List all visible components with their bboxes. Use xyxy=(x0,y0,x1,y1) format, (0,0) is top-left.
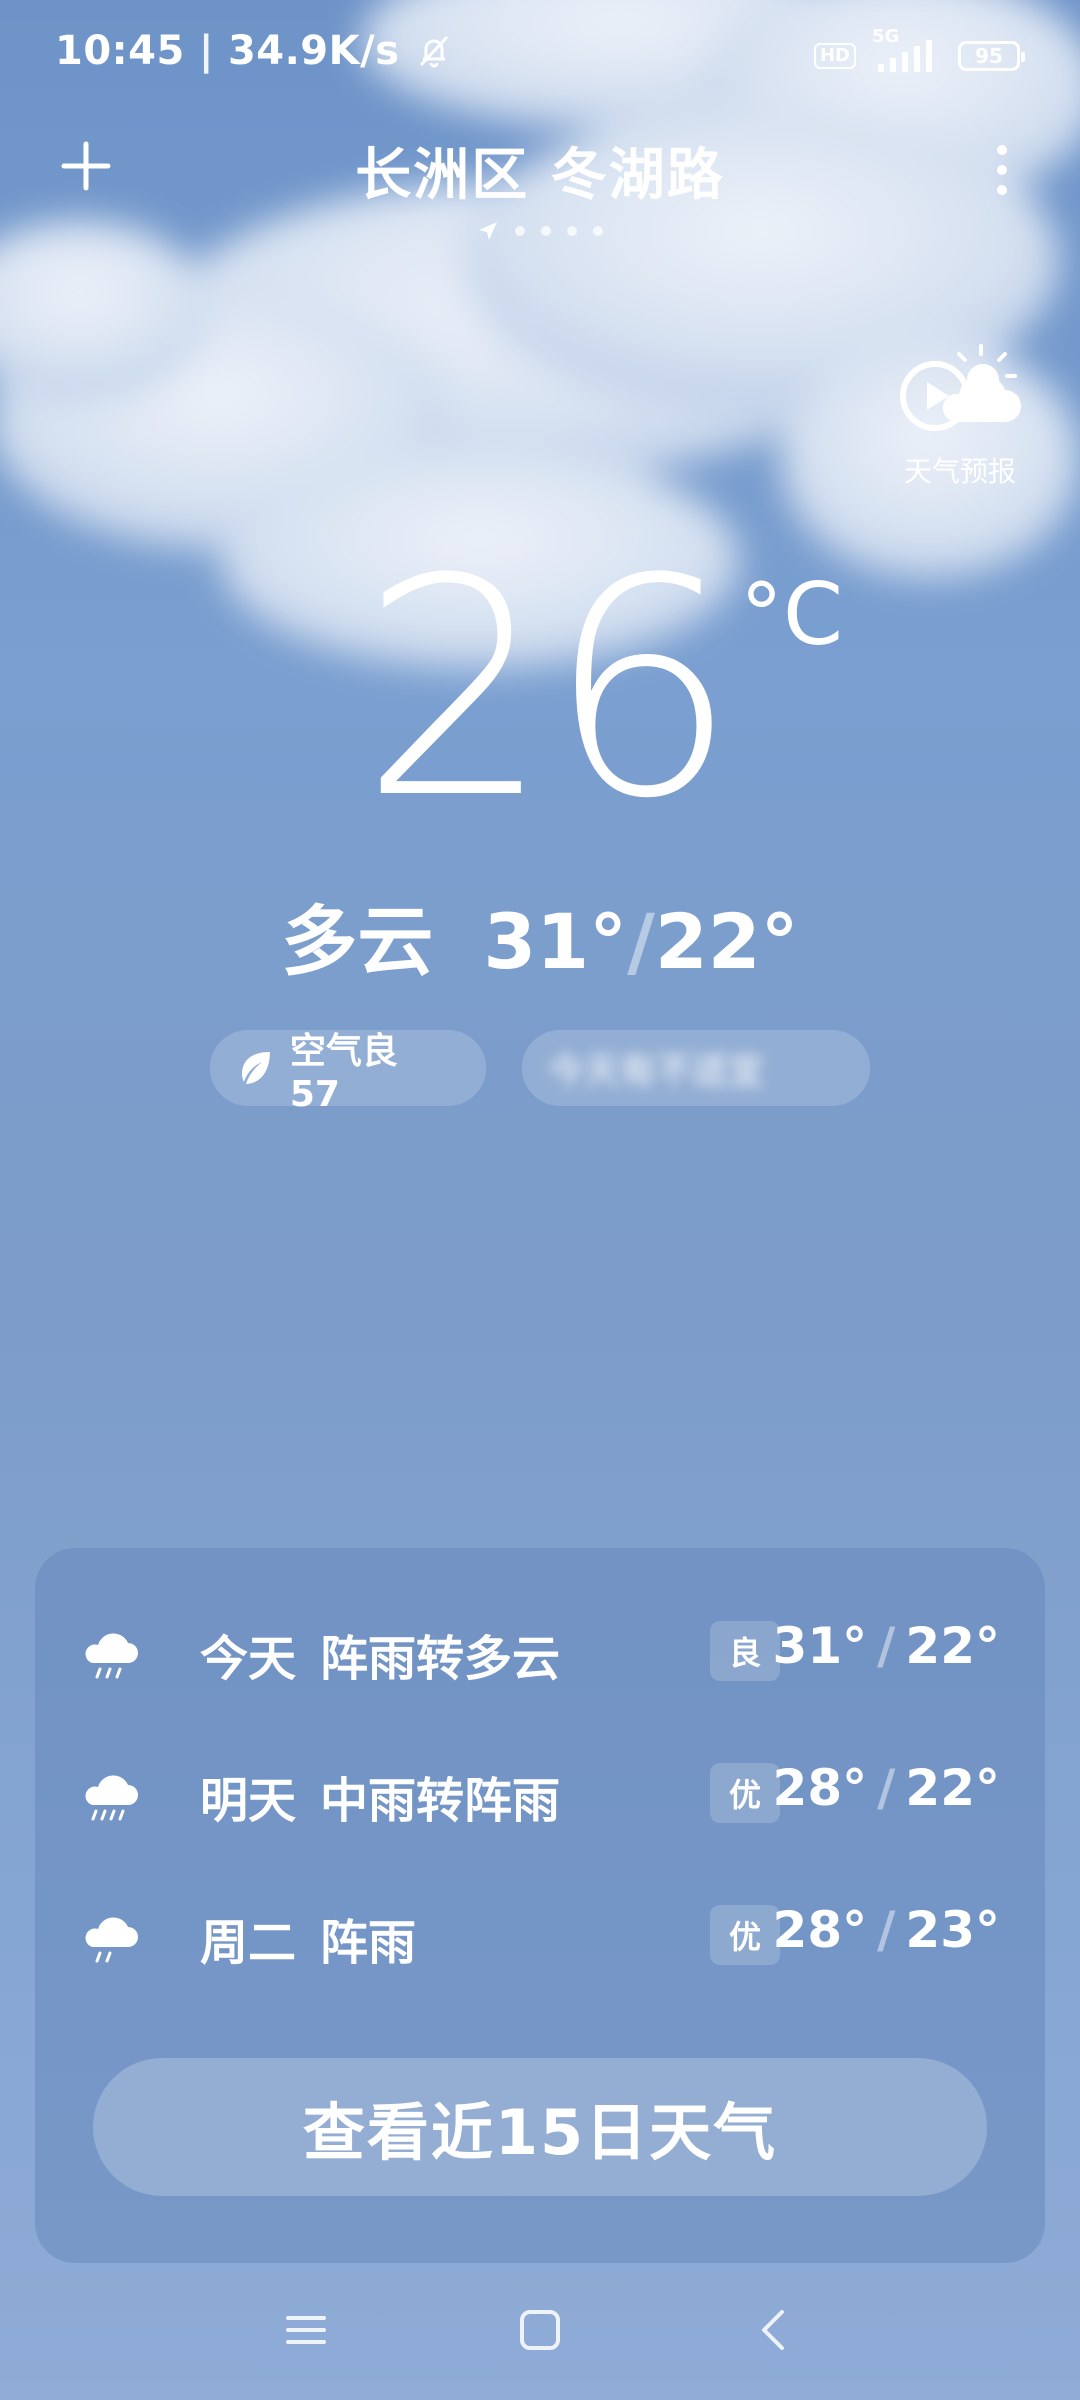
status-bar: 10:45 | 34.9K/s HD 5G 95 xyxy=(0,0,1080,110)
more-dot xyxy=(997,145,1007,155)
more-options-button[interactable] xyxy=(974,130,1030,210)
temp-slash: / xyxy=(627,897,655,986)
home-nav-button[interactable] xyxy=(500,2290,580,2370)
page-dot xyxy=(567,226,577,236)
more-dot xyxy=(997,165,1007,175)
forecast-low: 23° xyxy=(905,1901,1000,1959)
status-right: HD 5G 95 xyxy=(813,26,1025,76)
forecast-day: 明天 xyxy=(200,1773,297,1829)
today-high: 31° xyxy=(483,897,628,986)
signal-icon: 5G xyxy=(872,26,942,76)
air-quality-text: 空气良 57 xyxy=(289,1030,398,1115)
status-left: 10:45 | 34.9K/s xyxy=(55,28,454,74)
forecast-row[interactable]: 今天 阵雨转多云 良 31°/22° xyxy=(80,1603,1000,1703)
forecast-day: 周二 xyxy=(200,1915,297,1971)
temperature-value: 26 xyxy=(360,515,738,864)
forecast-high: 31° xyxy=(772,1617,868,1675)
info-chips: 空气良 57 今天有不适宜 xyxy=(210,1030,870,1115)
forecast-temps: 28°/23° xyxy=(772,1901,1000,1959)
forecast-day: 今天 xyxy=(200,1631,297,1687)
forecast-row[interactable]: 明天 中雨转阵雨 优 28°/22° xyxy=(80,1745,1000,1845)
network-type: 5G xyxy=(872,26,900,47)
status-time: 10:45 xyxy=(55,28,185,74)
current-temperature: 26 °C xyxy=(0,520,1080,860)
view-15-day-forecast-button[interactable]: 查看近15日天气 xyxy=(93,2058,987,2196)
rain-cloud-icon xyxy=(85,1917,138,1963)
forecast-high: 28° xyxy=(772,1901,868,1959)
page-dot xyxy=(515,226,525,236)
weather-forecast-label: 天气预报 xyxy=(903,455,1016,488)
forecast-aqi-badge: 优 xyxy=(710,1905,780,1965)
back-chevron-icon xyxy=(762,2310,784,2350)
home-square-icon xyxy=(520,2310,560,2350)
back-nav-button[interactable] xyxy=(734,2290,814,2370)
forecast-high: 28° xyxy=(772,1759,868,1817)
forecast-aqi-badge: 优 xyxy=(710,1763,780,1823)
condition-summary: 多云 31°/22° xyxy=(0,880,1080,990)
forecast-low: 22° xyxy=(905,1759,1000,1817)
leaf-icon xyxy=(241,1052,270,1084)
page-indicator xyxy=(0,220,1080,242)
forecast-condition: 阵雨转多云 xyxy=(320,1631,561,1687)
forecast-aqi-badge: 良 xyxy=(710,1621,780,1681)
rain-cloud-icon xyxy=(85,1775,138,1821)
page-dot xyxy=(541,226,551,236)
weather-forecast-video-button[interactable]: 天气预报 xyxy=(895,340,1025,490)
forecast-row[interactable]: 周二 阵雨 优 28°/23° xyxy=(80,1887,1000,1987)
air-quality-chip[interactable]: 空气良 57 xyxy=(210,1030,486,1115)
rain-cloud-icon xyxy=(85,1633,138,1679)
play-cloud-icon xyxy=(900,344,1021,431)
forecast-card: 今天 阵雨转多云 良 31°/22° 明天 中雨转阵雨 优 28°/22° 周二… xyxy=(35,1548,1045,2263)
forecast-condition: 中雨转阵雨 xyxy=(320,1773,561,1829)
today-low: 22° xyxy=(654,897,799,986)
more-dot xyxy=(997,185,1007,195)
forecast-low: 22° xyxy=(905,1617,1000,1675)
forecast-condition: 阵雨 xyxy=(320,1915,417,1971)
current-condition: 多云 xyxy=(281,897,434,986)
menu-nav-button[interactable] xyxy=(266,2290,346,2370)
forecast-temps: 31°/22° xyxy=(772,1617,1000,1675)
page-dot xyxy=(593,226,603,236)
menu-icon xyxy=(286,2316,326,2344)
battery-icon: 95 xyxy=(958,41,1025,71)
hd-badge: HD xyxy=(813,43,856,69)
location-title[interactable]: 长洲区 冬湖路 xyxy=(0,130,1080,211)
battery-level: 95 xyxy=(975,44,1003,68)
forecast-temps: 28°/22° xyxy=(772,1759,1000,1817)
temperature-unit: °C xyxy=(740,565,844,665)
location-arrow-icon xyxy=(479,222,497,240)
system-nav-bar xyxy=(0,2290,1080,2370)
blurred-info-chip[interactable]: 今天有不适宜 xyxy=(522,1030,870,1106)
blurred-info-text: 今天有不适宜 xyxy=(548,1051,765,1092)
network-speed: 34.9K/s xyxy=(227,28,400,74)
status-separator: | xyxy=(198,28,214,74)
mute-bell-icon xyxy=(414,31,454,71)
top-bar: 长洲区 冬湖路 xyxy=(0,120,1080,240)
